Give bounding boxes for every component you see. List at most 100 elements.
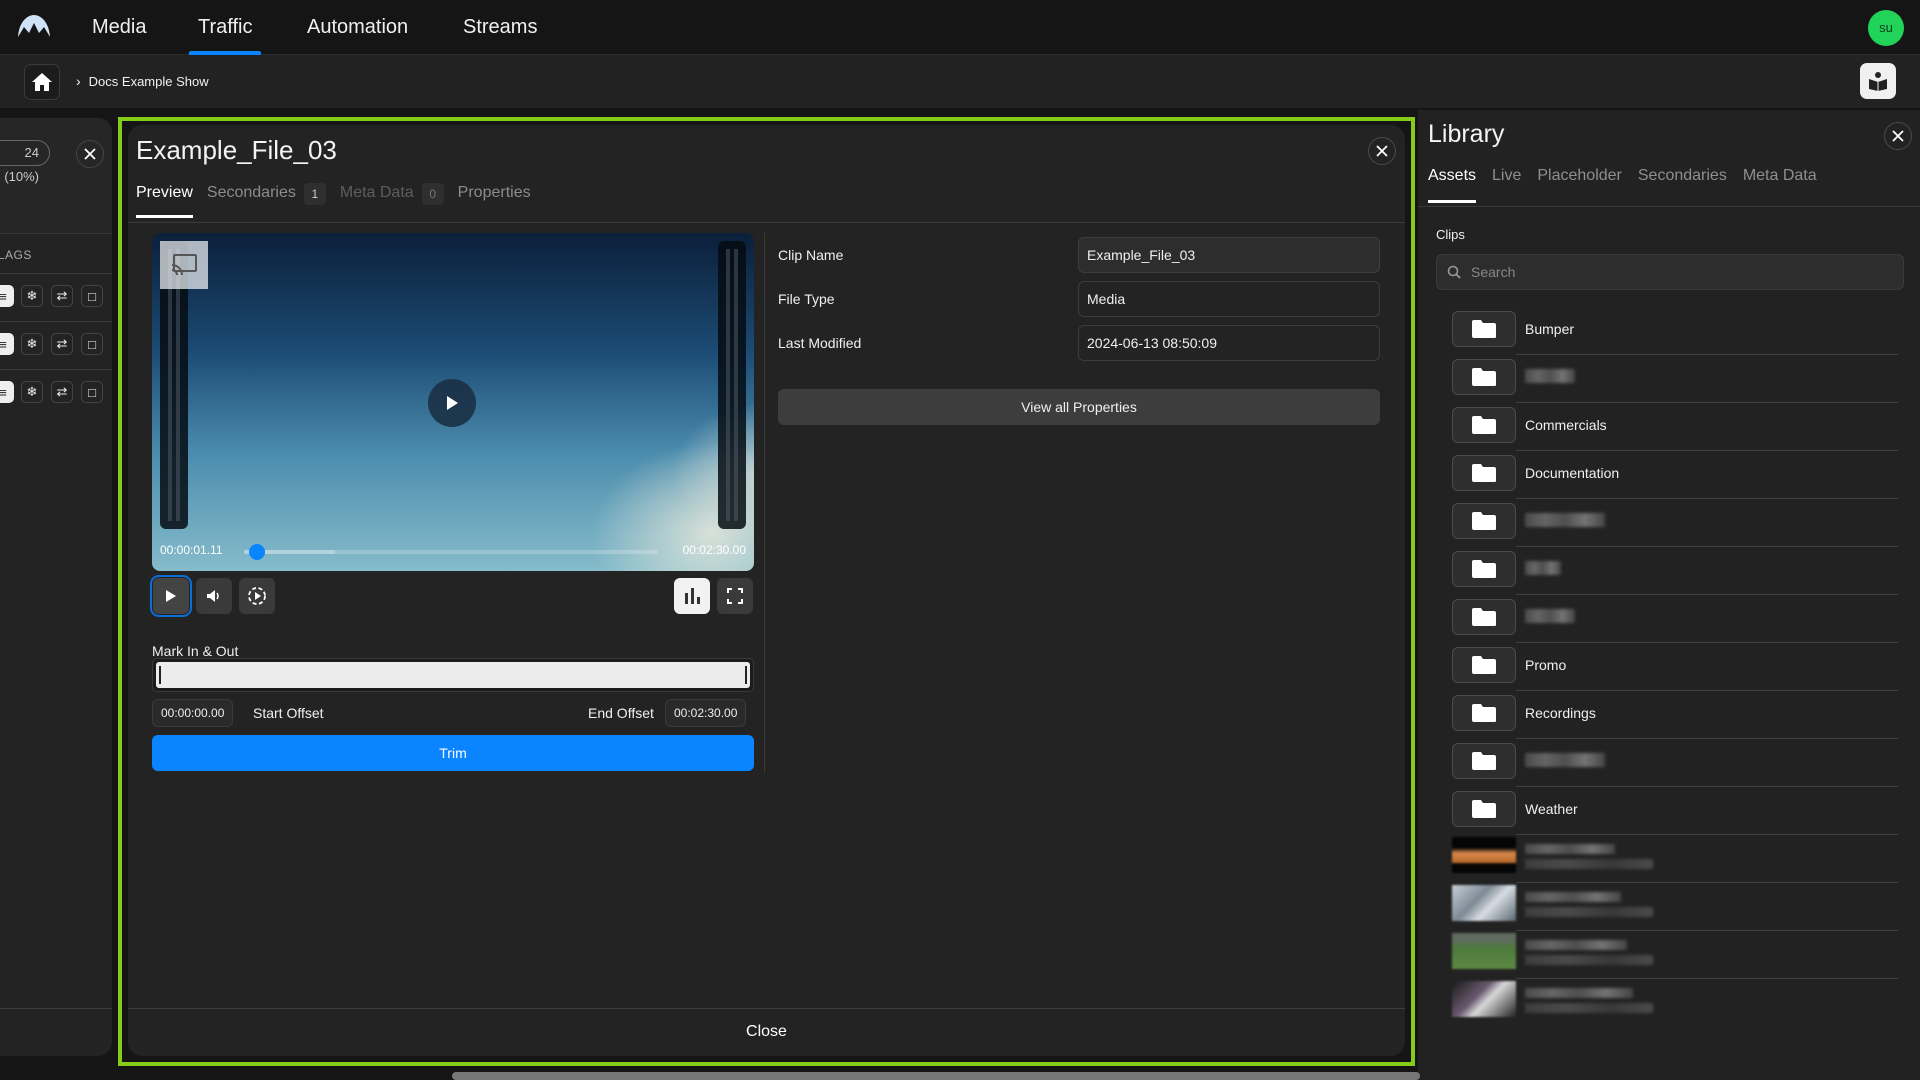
square-icon[interactable]: □ bbox=[81, 381, 103, 403]
seek-thumb[interactable] bbox=[249, 544, 266, 560]
folder-button[interactable] bbox=[1452, 407, 1516, 443]
play-list-icon[interactable]: ≡ bbox=[0, 381, 14, 403]
dialog-tabs: Preview Secondaries 1 Meta Data 0 Properti… bbox=[136, 179, 531, 223]
library-close-button[interactable] bbox=[1884, 122, 1912, 150]
snowflake-icon[interactable]: ❄ bbox=[21, 381, 43, 403]
search-input[interactable] bbox=[1471, 264, 1891, 280]
library-folder-item[interactable]: Recordings bbox=[1452, 691, 1898, 739]
tab-placeholder[interactable]: Placeholder bbox=[1537, 160, 1622, 206]
tab-live[interactable]: Live bbox=[1492, 160, 1521, 206]
start-offset-input[interactable]: 00:00:00.00 bbox=[152, 699, 234, 727]
home-icon bbox=[32, 73, 52, 91]
view-all-properties-button[interactable]: View all Properties bbox=[778, 389, 1380, 425]
playback-mode-button[interactable] bbox=[239, 578, 275, 614]
file-type-label: File Type bbox=[778, 291, 835, 307]
mark-out-handle[interactable] bbox=[745, 666, 747, 684]
nav-item-media[interactable]: Media bbox=[92, 0, 146, 55]
clip-name-input[interactable]: Example_File_03 bbox=[1078, 237, 1380, 273]
seek-bar[interactable] bbox=[244, 544, 658, 560]
folder-name: Documentation bbox=[1525, 465, 1620, 481]
square-icon[interactable]: □ bbox=[81, 333, 103, 355]
library-clip-item[interactable] bbox=[1452, 835, 1898, 883]
play-list-icon[interactable]: ≡ bbox=[0, 285, 14, 307]
tab-secondaries[interactable]: Secondaries bbox=[1638, 160, 1727, 206]
close-button[interactable]: Close bbox=[128, 1009, 1405, 1056]
clip-thumbnail bbox=[1452, 933, 1516, 969]
repeat-icon[interactable]: ⇄ bbox=[51, 333, 73, 355]
tab-properties[interactable]: Properties bbox=[458, 179, 531, 223]
folder-button[interactable] bbox=[1452, 599, 1516, 635]
flag-row: ≡ ❄ ⇄ □ bbox=[0, 369, 112, 417]
tab-meta-data[interactable]: Meta Data bbox=[1743, 160, 1817, 206]
library-folder-item[interactable] bbox=[1452, 595, 1898, 643]
library-folder-item[interactable] bbox=[1452, 547, 1898, 595]
fullscreen-button[interactable] bbox=[717, 578, 753, 614]
home-button[interactable] bbox=[24, 64, 60, 100]
tab-assets[interactable]: Assets bbox=[1428, 160, 1477, 206]
folder-button[interactable] bbox=[1452, 695, 1516, 731]
snowflake-icon[interactable]: ❄ bbox=[21, 285, 43, 307]
library-folder-item[interactable] bbox=[1452, 355, 1898, 403]
end-offset-input[interactable]: 00:02:30.00 bbox=[665, 699, 747, 727]
redacted-clip-details bbox=[1525, 907, 1653, 917]
nav-item-streams[interactable]: Streams bbox=[463, 0, 537, 55]
library-clip-item[interactable] bbox=[1452, 979, 1892, 1027]
library-folder-item[interactable]: Commercials bbox=[1452, 403, 1898, 451]
library-folder-item[interactable] bbox=[1452, 739, 1898, 787]
volume-button[interactable] bbox=[196, 578, 232, 614]
tab-meta-data[interactable]: Meta Data 0 bbox=[340, 179, 444, 223]
folder-button[interactable] bbox=[1452, 551, 1516, 587]
loop-play-icon bbox=[248, 587, 266, 605]
redacted-text bbox=[1525, 609, 1575, 623]
trim-button[interactable]: Trim bbox=[152, 735, 754, 771]
library-folder-item[interactable]: Bumper bbox=[1452, 307, 1898, 355]
library-folder-item[interactable]: Documentation bbox=[1452, 451, 1898, 499]
nav-item-traffic[interactable]: Traffic bbox=[188, 0, 262, 55]
audio-meters-toggle[interactable] bbox=[674, 578, 710, 614]
play-button[interactable] bbox=[150, 575, 192, 617]
repeat-icon[interactable]: ⇄ bbox=[51, 381, 73, 403]
folder-button[interactable] bbox=[1452, 743, 1516, 779]
last-modified-label: Last Modified bbox=[778, 335, 862, 351]
side-panel-close-button[interactable] bbox=[76, 140, 104, 168]
tab-secondaries[interactable]: Secondaries 1 bbox=[207, 179, 326, 223]
library-clip-item[interactable] bbox=[1452, 883, 1898, 931]
mark-in-out-range[interactable] bbox=[152, 658, 754, 692]
play-list-icon[interactable]: ≡ bbox=[0, 333, 14, 355]
library-search[interactable] bbox=[1436, 254, 1904, 290]
tab-preview[interactable]: Preview bbox=[136, 179, 193, 223]
dialog-close-button[interactable] bbox=[1368, 137, 1396, 165]
folder-button[interactable] bbox=[1452, 359, 1516, 395]
library-folder-item[interactable]: Weather bbox=[1452, 787, 1898, 835]
tab-label: Preview bbox=[136, 184, 193, 201]
clip-name-label: Clip Name bbox=[778, 247, 844, 263]
folder-button[interactable] bbox=[1452, 311, 1516, 347]
nav-item-automation[interactable]: Automation bbox=[307, 0, 408, 55]
library-folder-item[interactable]: Promo bbox=[1452, 643, 1898, 691]
folder-button[interactable] bbox=[1452, 647, 1516, 683]
help-docs-button[interactable] bbox=[1860, 63, 1896, 99]
app-logo-icon[interactable] bbox=[17, 14, 51, 38]
video-player[interactable]: 00:00:01.11 00:02:30.00 bbox=[152, 233, 754, 571]
library-title: Library bbox=[1428, 120, 1505, 148]
folder-button[interactable] bbox=[1452, 455, 1516, 491]
repeat-icon[interactable]: ⇄ bbox=[51, 285, 73, 307]
last-modified-field: 2024-06-13 08:50:09 bbox=[1078, 325, 1380, 361]
library-clip-item[interactable] bbox=[1452, 931, 1898, 979]
square-icon[interactable]: □ bbox=[81, 285, 103, 307]
folder-button[interactable] bbox=[1452, 503, 1516, 539]
user-avatar[interactable]: su bbox=[1868, 10, 1904, 46]
snowflake-icon[interactable]: ❄ bbox=[21, 333, 43, 355]
center-play-button[interactable] bbox=[428, 379, 476, 427]
folder-icon bbox=[1472, 608, 1496, 626]
breadcrumb-item[interactable]: Docs Example Show bbox=[89, 74, 209, 89]
clip-thumbnail bbox=[1452, 981, 1516, 1017]
mark-in-handle[interactable] bbox=[159, 666, 161, 684]
usage-pill: 24 (10%) bbox=[0, 140, 50, 184]
cast-button[interactable] bbox=[160, 241, 208, 289]
folder-icon bbox=[1472, 416, 1496, 434]
horizontal-scrollbar[interactable] bbox=[452, 1072, 1420, 1080]
library-folder-item[interactable] bbox=[1452, 499, 1898, 547]
folder-button[interactable] bbox=[1452, 791, 1516, 827]
library-tabs: Assets Live Placeholder Secondaries Meta… bbox=[1428, 160, 1817, 206]
